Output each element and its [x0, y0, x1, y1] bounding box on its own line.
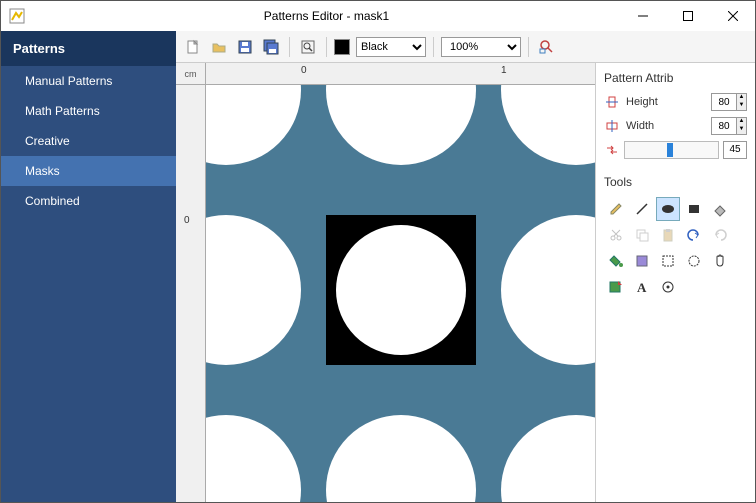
- width-icon: [604, 118, 620, 134]
- zoom-select[interactable]: 100%: [441, 37, 521, 57]
- line-tool[interactable]: [630, 197, 654, 221]
- spin-down[interactable]: ▼: [737, 102, 746, 110]
- ruler-horizontal: 0 1: [206, 63, 595, 85]
- pencil-tool[interactable]: [604, 197, 628, 221]
- save-all-button[interactable]: [260, 36, 282, 58]
- tools-grid: A: [604, 197, 747, 299]
- close-button[interactable]: [710, 1, 755, 31]
- pattern-attrib-title: Pattern Attrib: [604, 71, 747, 85]
- toolbar-separator: [326, 37, 327, 57]
- zoom-fit-button[interactable]: [297, 36, 319, 58]
- spin-down[interactable]: ▼: [737, 126, 746, 134]
- circle-select-tool[interactable]: [656, 275, 680, 299]
- cut-tool: [604, 223, 628, 247]
- sidebar-item-math-patterns[interactable]: Math Patterns: [1, 96, 176, 126]
- height-value[interactable]: [712, 94, 736, 110]
- slider-thumb[interactable]: [667, 143, 673, 157]
- sidebar-item-creative[interactable]: Creative: [1, 126, 176, 156]
- new-button[interactable]: [182, 36, 204, 58]
- export-tool[interactable]: [604, 275, 628, 299]
- height-label: Height: [626, 96, 705, 108]
- tools-title: Tools: [604, 175, 747, 189]
- width-label: Width: [626, 120, 705, 132]
- sidebar: Patterns Manual Patterns Math Patterns C…: [1, 31, 176, 502]
- width-value[interactable]: [712, 118, 736, 134]
- toolbar: Black 100%: [176, 31, 755, 63]
- toolbar-separator: [433, 37, 434, 57]
- color-select[interactable]: Black: [356, 37, 426, 57]
- pattern-circle: [326, 85, 476, 165]
- toolbar-separator: [528, 37, 529, 57]
- open-button[interactable]: [208, 36, 230, 58]
- window-buttons: [620, 1, 755, 31]
- text-tool[interactable]: A: [630, 275, 654, 299]
- marquee-circle-tool[interactable]: [682, 249, 706, 273]
- fill-tool[interactable]: [604, 249, 628, 273]
- undo-tool[interactable]: [682, 223, 706, 247]
- svg-text:A: A: [637, 280, 647, 295]
- pattern-circle: [206, 415, 301, 502]
- rectangle-tool[interactable]: [682, 197, 706, 221]
- minimize-button[interactable]: [620, 1, 665, 31]
- toolbar-separator: [289, 37, 290, 57]
- color-swatch[interactable]: [334, 39, 350, 55]
- offset-slider[interactable]: [624, 141, 719, 159]
- sidebar-item-manual-patterns[interactable]: Manual Patterns: [1, 66, 176, 96]
- redo-tool: [708, 223, 732, 247]
- spin-up[interactable]: ▲: [737, 118, 746, 126]
- window-title: Patterns Editor - mask1: [33, 9, 620, 23]
- mask-tile: [326, 215, 476, 365]
- canvas-area: cm 0 1 0: [176, 63, 595, 502]
- offset-value: 45: [723, 141, 747, 159]
- right-panel: Pattern Attrib Height ▲▼ Width ▲▼: [595, 63, 755, 502]
- save-button[interactable]: [234, 36, 256, 58]
- pattern-circle: [501, 85, 595, 165]
- eraser-tool[interactable]: [708, 197, 732, 221]
- ruler-unit: cm: [176, 63, 206, 85]
- pattern-circle: [326, 415, 476, 502]
- pattern-circle: [501, 415, 595, 502]
- width-input[interactable]: ▲▼: [711, 117, 747, 135]
- paste-tool: [656, 223, 680, 247]
- hand-tool[interactable]: [708, 249, 732, 273]
- pattern-circle: [206, 85, 301, 165]
- pattern-circle: [501, 215, 595, 365]
- app-icon: [9, 8, 25, 24]
- maximize-button[interactable]: [665, 1, 710, 31]
- pattern-circle: [206, 215, 301, 365]
- mask-circle: [336, 225, 466, 355]
- sidebar-header: Patterns: [1, 31, 176, 66]
- ellipse-tool[interactable]: [656, 197, 680, 221]
- selection-tool[interactable]: [656, 249, 680, 273]
- offset-icon: [604, 142, 620, 158]
- copy-tool: [630, 223, 654, 247]
- height-icon: [604, 94, 620, 110]
- canvas[interactable]: [206, 85, 595, 502]
- spin-up[interactable]: ▲: [737, 94, 746, 102]
- sidebar-item-masks[interactable]: Masks: [1, 156, 176, 186]
- sidebar-item-combined[interactable]: Combined: [1, 186, 176, 216]
- titlebar: Patterns Editor - mask1: [1, 1, 755, 31]
- zoom-region-button[interactable]: [536, 36, 558, 58]
- ruler-vertical: 0: [176, 85, 206, 502]
- height-input[interactable]: ▲▼: [711, 93, 747, 111]
- color-fill-tool[interactable]: [630, 249, 654, 273]
